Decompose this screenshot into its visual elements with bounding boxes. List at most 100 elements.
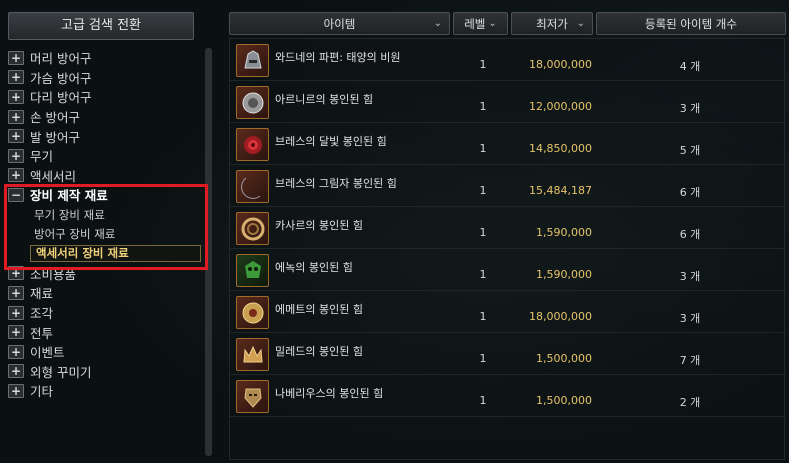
category-label: 전투: [30, 325, 54, 341]
item-name: 밀레드의 봉인된 힘: [275, 345, 363, 358]
category-fragments[interactable]: + 조각: [8, 303, 208, 323]
item-row[interactable]: 에녹의 봉인된 힘 1 1,590,000 3 개: [230, 249, 786, 291]
category-chest-armor[interactable]: + 가슴 방어구: [8, 68, 208, 88]
category-label: 외형 꾸미기: [30, 364, 92, 380]
item-name: 브레스의 달빛 봉인된 힘: [275, 135, 387, 148]
rose-icon: [236, 128, 269, 161]
min-price-header-label: 최저가: [536, 16, 568, 31]
item-name: 에메트의 봉인된 힘: [275, 303, 363, 316]
item-count: 3 개: [679, 102, 701, 115]
chevron-down-icon: ⌄: [576, 18, 585, 29]
item-header-label: 아이템: [323, 16, 356, 31]
skull-icon: [236, 254, 269, 287]
item-row[interactable]: 에메트의 봉인된 힘 1 18,000,000 3 개: [230, 291, 786, 333]
advanced-search-toggle-button[interactable]: 고급 검색 전환: [8, 12, 194, 40]
category-equipment-crafting-materials[interactable]: − 장비 제작 재료: [8, 185, 208, 205]
category-label: 재료: [30, 286, 54, 302]
crown-icon: [236, 338, 269, 371]
item-row[interactable]: 브레스의 달빛 봉인된 힘 1 14,850,000 5 개: [230, 123, 786, 165]
category-leg-armor[interactable]: + 다리 방어구: [8, 87, 208, 107]
item-price: 1,590,000: [536, 226, 592, 239]
expand-icon[interactable]: +: [8, 285, 24, 300]
subcategory-armor-materials[interactable]: 방어구 장비 재료: [8, 224, 208, 244]
chevron-down-icon: ⌄: [488, 18, 497, 29]
item-price: 1,590,000: [536, 268, 592, 281]
category-accessory[interactable]: + 액세서리: [8, 166, 208, 186]
subcategory-weapon-materials[interactable]: 무기 장비 재료: [8, 205, 208, 225]
item-price: 15,484,187: [529, 184, 592, 197]
item-count: 5 개: [679, 144, 701, 157]
category-weapon[interactable]: + 무기: [8, 146, 208, 166]
category-etc[interactable]: + 기타: [8, 381, 208, 401]
item-row[interactable]: 아르니르의 봉인된 힘 1 12,000,000 3 개: [230, 81, 786, 123]
category-label: 가슴 방어구: [30, 70, 92, 86]
category-hand-armor[interactable]: + 손 방어구: [8, 107, 208, 127]
category-label: 손 방어구: [30, 110, 80, 126]
category-head-armor[interactable]: + 머리 방어구: [8, 48, 208, 68]
item-count: 6 개: [679, 186, 701, 199]
crescent-icon: [236, 170, 269, 203]
category-label: 조각: [30, 306, 54, 322]
collapse-icon[interactable]: −: [8, 187, 24, 202]
expand-icon[interactable]: +: [8, 305, 24, 320]
selected-subcategory-label: 액세서리 장비 재료: [30, 245, 201, 263]
item-count: 3 개: [679, 312, 701, 325]
expand-icon[interactable]: +: [8, 168, 24, 183]
category-appearance[interactable]: + 외형 꾸미기: [8, 362, 208, 382]
expand-icon[interactable]: +: [8, 344, 24, 359]
expand-icon[interactable]: +: [8, 364, 24, 379]
item-count: 2 개: [679, 396, 701, 409]
scrollbar-thumb[interactable]: [205, 48, 212, 456]
item-price: 14,850,000: [529, 142, 592, 155]
subcategory-accessory-materials[interactable]: 액세서리 장비 재료: [8, 244, 208, 264]
ring-icon: [236, 212, 269, 245]
expand-icon[interactable]: +: [8, 148, 24, 163]
category-label: 이벤트: [30, 345, 65, 361]
item-row[interactable]: 밀레드의 봉인된 힘 1 1,500,000 7 개: [230, 333, 786, 375]
category-consumables[interactable]: + 소비용품: [8, 264, 208, 284]
level-column-header[interactable]: 레벨 ⌄: [453, 12, 508, 35]
item-price: 18,000,000: [529, 310, 592, 323]
category-label: 기타: [30, 384, 54, 400]
item-name: 브레스의 그림자 봉인된 힘: [275, 177, 397, 190]
helmet-icon: [236, 44, 269, 77]
category-label: 다리 방어구: [30, 90, 92, 106]
expand-icon[interactable]: +: [8, 129, 24, 144]
item-name: 나베리우스의 봉인된 힘: [275, 387, 384, 400]
expand-icon[interactable]: +: [8, 50, 24, 65]
category-label: 장비 제작 재료: [30, 188, 108, 204]
category-foot-armor[interactable]: + 발 방어구: [8, 126, 208, 146]
crest-icon: [236, 86, 269, 119]
expand-icon[interactable]: +: [8, 70, 24, 85]
category-materials[interactable]: + 재료: [8, 283, 208, 303]
item-price: 18,000,000: [529, 58, 592, 71]
expand-icon[interactable]: +: [8, 325, 24, 340]
item-row[interactable]: 나베리우스의 봉인된 힘 1 1,500,000 2 개: [230, 375, 786, 417]
item-name: 아르니르의 봉인된 힘: [275, 93, 374, 106]
category-combat[interactable]: + 전투: [8, 322, 208, 342]
registered-count-column-header[interactable]: 등록된 아이템 개수: [596, 12, 786, 35]
expand-icon[interactable]: +: [8, 266, 24, 281]
item-row[interactable]: 브레스의 그림자 봉인된 힘 1 15,484,187 6 개: [230, 165, 786, 207]
category-event[interactable]: + 이벤트: [8, 342, 208, 362]
expand-icon[interactable]: +: [8, 383, 24, 398]
registered-count-header-label: 등록된 아이템 개수: [645, 16, 737, 31]
item-count: 4 개: [679, 60, 701, 73]
category-label: 소비용품: [30, 266, 77, 282]
item-row[interactable]: 와드네의 파편: 태양의 비원 1 18,000,000 4 개: [230, 39, 786, 81]
category-panel: 고급 검색 전환 + 머리 방어구 + 가슴 방어구 + 다리 방어구 + 손 방어구 …: [0, 0, 222, 463]
min-price-column-header[interactable]: 최저가 ⌄: [511, 12, 593, 35]
item-column-header[interactable]: 아이템 ⌄: [229, 12, 450, 35]
chevron-down-icon: ⌄: [433, 18, 442, 29]
orb-icon: [236, 296, 269, 329]
expand-icon[interactable]: +: [8, 89, 24, 104]
item-row[interactable]: 카사르의 봉인된 힘 1 1,590,000 6 개: [230, 207, 786, 249]
item-price: 1,500,000: [536, 352, 592, 365]
table-header: 아이템 ⌄ 레벨 ⌄ 최저가 ⌄ 등록된 아이템 개수: [229, 12, 789, 35]
category-tree: + 머리 방어구 + 가슴 방어구 + 다리 방어구 + 손 방어구 + 발 방어구 + 무…: [8, 48, 208, 401]
expand-icon[interactable]: +: [8, 109, 24, 124]
sidebar-scrollbar[interactable]: [205, 48, 212, 456]
item-name: 와드네의 파편: 태양의 비원: [275, 51, 401, 64]
category-label: 액세서리: [30, 168, 77, 184]
item-name: 에녹의 봉인된 힘: [275, 261, 353, 274]
